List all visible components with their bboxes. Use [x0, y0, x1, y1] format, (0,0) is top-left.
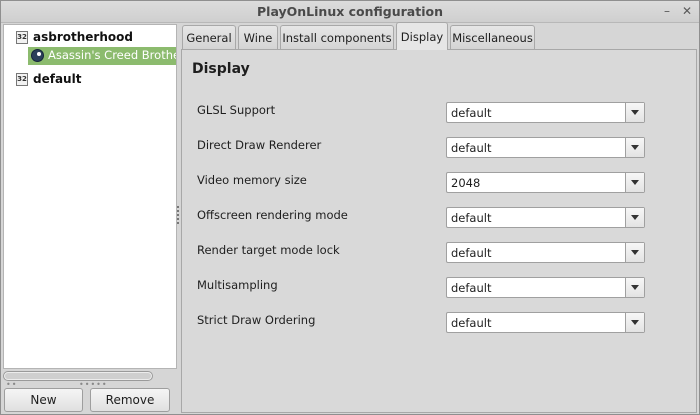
tab-wine[interactable]: Wine	[238, 25, 278, 49]
configuration-window: PlayOnLinux configuration – ✕ 32 asbroth…	[0, 0, 700, 415]
direct-draw-renderer-select[interactable]: default	[446, 137, 645, 158]
window-title: PlayOnLinux configuration	[257, 4, 443, 19]
select-value: default	[451, 211, 492, 225]
setting-label-strict-draw-ordering: Strict Draw Ordering	[197, 313, 316, 327]
glsl-support-select[interactable]: default	[446, 102, 645, 123]
select-value: default	[451, 246, 492, 260]
close-icon[interactable]: ✕	[680, 4, 694, 18]
strict-draw-ordering-select[interactable]: default	[446, 312, 645, 333]
horizontal-scrollbar[interactable]	[3, 371, 153, 381]
multisampling-select[interactable]: default	[446, 277, 645, 298]
setting-label-offscreen-rendering-mode: Offscreen rendering mode	[197, 208, 348, 222]
section-heading: Display	[192, 61, 250, 77]
scrollbar-thumb[interactable]	[5, 373, 151, 379]
setting-label-direct-draw-renderer: Direct Draw Renderer	[197, 138, 322, 152]
chevron-down-icon[interactable]	[625, 138, 644, 157]
select-value: default	[451, 281, 492, 295]
grip-dots-icon: ••	[6, 380, 18, 389]
tab-miscellaneous[interactable]: Miscellaneous	[450, 25, 535, 49]
remove-button[interactable]: Remove	[90, 388, 170, 412]
tab-display[interactable]: Display	[396, 22, 448, 50]
display-settings-panel: Display GLSL Support default Direct Draw…	[181, 49, 697, 413]
setting-label-video-memory-size: Video memory size	[197, 173, 307, 187]
32bit-badge-icon: 32	[16, 73, 28, 86]
panel-splitter[interactable]	[176, 206, 180, 226]
offscreen-rendering-mode-select[interactable]: default	[446, 207, 645, 228]
chevron-down-icon[interactable]	[625, 313, 644, 332]
setting-label-multisampling: Multisampling	[197, 278, 278, 292]
chevron-down-icon[interactable]	[625, 278, 644, 297]
chevron-down-icon[interactable]	[625, 208, 644, 227]
setting-label-glsl-support: GLSL Support	[197, 103, 276, 117]
tab-install-components[interactable]: Install components	[280, 25, 394, 49]
prefix-tree[interactable]: 32 asbrotherhood Asassin's Creed Brother…	[3, 24, 177, 369]
chevron-down-icon[interactable]	[625, 243, 644, 262]
steam-icon	[31, 49, 44, 62]
title-bar[interactable]: PlayOnLinux configuration – ✕	[1, 1, 699, 23]
tab-general[interactable]: General	[182, 25, 236, 49]
chevron-down-icon[interactable]	[625, 173, 644, 192]
tree-item-default[interactable]: 32 default	[12, 71, 172, 89]
video-memory-size-select[interactable]: 2048	[446, 172, 645, 193]
select-value: default	[451, 141, 492, 155]
select-value: 2048	[451, 176, 481, 190]
chevron-down-icon[interactable]	[625, 103, 644, 122]
grip-dots-icon: •••••	[79, 380, 108, 389]
tree-item-assassins-creed[interactable]: Asassin's Creed Brotherh	[28, 47, 176, 65]
select-value: default	[451, 316, 492, 330]
render-target-mode-lock-select[interactable]: default	[446, 242, 645, 263]
tree-item-label: default	[33, 72, 82, 86]
32bit-badge-icon: 32	[16, 31, 28, 44]
select-value: default	[451, 106, 492, 120]
new-button[interactable]: New	[4, 388, 83, 412]
minimize-icon[interactable]: –	[660, 4, 674, 18]
tree-item-label: asbrotherhood	[33, 30, 133, 44]
tree-item-label: Asassin's Creed Brotherh	[48, 48, 176, 62]
tree-item-asbrotherhood[interactable]: 32 asbrotherhood	[12, 29, 172, 47]
setting-label-render-target-mode-lock: Render target mode lock	[197, 243, 340, 257]
